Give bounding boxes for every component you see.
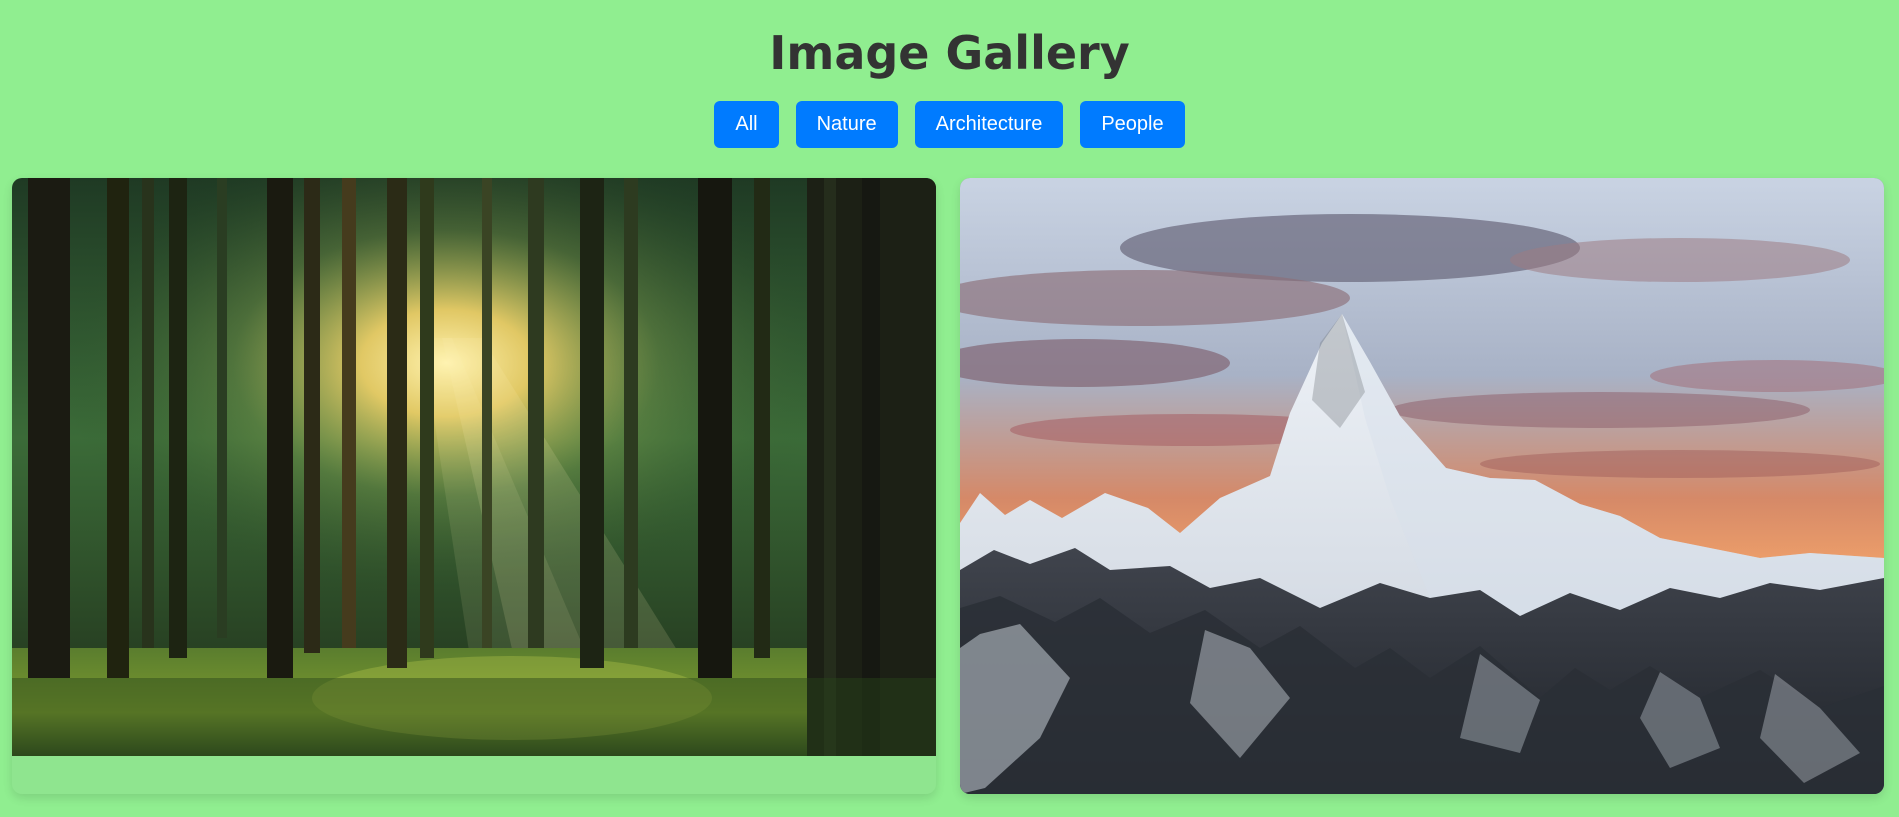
filter-button-all[interactable]: All (714, 101, 779, 148)
filter-button-people[interactable]: People (1080, 101, 1185, 148)
gallery-card-mountain[interactable] (960, 178, 1884, 794)
image-gallery (12, 178, 1884, 795)
mountain-image (960, 178, 1884, 794)
filter-button-nature[interactable]: Nature (795, 101, 898, 148)
page-title: Image Gallery (769, 26, 1130, 80)
filter-bar: All Nature Architecture People (0, 101, 1899, 148)
gallery-card-forest[interactable] (12, 178, 936, 794)
forest-image (12, 178, 936, 756)
filter-button-architecture[interactable]: Architecture (914, 101, 1064, 148)
